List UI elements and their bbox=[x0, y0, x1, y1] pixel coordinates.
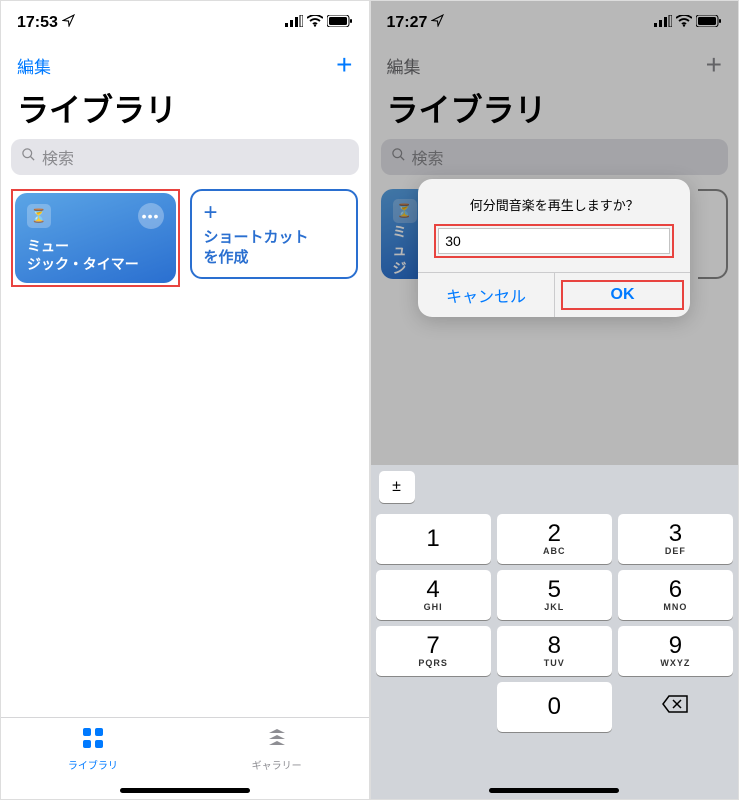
tab-bar: ライブラリ ギャラリー bbox=[1, 717, 369, 781]
highlight-box-shortcut: ⏳ ••• ミュージック・タイマー bbox=[11, 189, 180, 287]
create-shortcut-label: ショートカットを作成 bbox=[204, 228, 345, 267]
prompt-dialog: 何分間音楽を再生しますか？ キャンセル OK bbox=[418, 179, 690, 317]
shortcut-label: ミュージック・タイマー bbox=[27, 237, 164, 273]
key-9[interactable]: 9WXYZ bbox=[618, 626, 733, 676]
home-indicator[interactable] bbox=[371, 781, 739, 799]
gallery-icon bbox=[266, 727, 288, 755]
wifi-icon bbox=[307, 14, 323, 32]
key-4[interactable]: 4GHI bbox=[376, 570, 491, 620]
key-8[interactable]: 8TUV bbox=[497, 626, 612, 676]
keypad-toolbar: ± bbox=[371, 465, 739, 509]
key-6[interactable]: 6MNO bbox=[618, 570, 733, 620]
battery-icon bbox=[327, 14, 353, 32]
signal-icon bbox=[285, 14, 303, 32]
ok-button[interactable]: OK bbox=[554, 273, 691, 317]
highlight-box-ok: OK bbox=[561, 280, 685, 310]
status-right bbox=[285, 14, 353, 32]
key-2[interactable]: 2ABC bbox=[497, 514, 612, 564]
backspace-icon bbox=[662, 695, 688, 719]
search-input[interactable]: 検索 bbox=[11, 139, 359, 175]
location-icon bbox=[431, 14, 444, 32]
cancel-button[interactable]: キャンセル bbox=[418, 273, 554, 317]
key-0[interactable]: 0 bbox=[497, 682, 612, 732]
key-5[interactable]: 5JKL bbox=[497, 570, 612, 620]
prompt-input[interactable] bbox=[438, 228, 670, 254]
status-bar: 17:53 bbox=[1, 1, 369, 45]
shortcut-cards: ⏳ ••• ミュージック・タイマー + ショートカットを作成 bbox=[1, 189, 369, 287]
screen-right: 17:27 編集 + ライブラリ 検索 ⏳ ミュジッ bbox=[370, 0, 739, 800]
edit-button[interactable]: 編集 bbox=[17, 53, 51, 78]
wifi-icon bbox=[676, 14, 692, 32]
status-time: 17:27 bbox=[387, 14, 428, 32]
plus-minus-key[interactable]: ± bbox=[379, 471, 415, 503]
battery-icon bbox=[696, 14, 722, 32]
status-right bbox=[654, 14, 722, 32]
keypad-bottom-spacer bbox=[371, 737, 739, 781]
highlight-box-input bbox=[434, 224, 674, 258]
music-timer-shortcut-card[interactable]: ⏳ ••• ミュージック・タイマー bbox=[15, 193, 176, 283]
tab-library[interactable]: ライブラリ bbox=[1, 718, 185, 781]
key-3[interactable]: 3DEF bbox=[618, 514, 733, 564]
numeric-keypad: 1 2ABC 3DEF 4GHI 5JKL 6MNO 7PQRS 8TUV 9W… bbox=[371, 509, 739, 737]
create-shortcut-card[interactable]: + ショートカットを作成 bbox=[190, 189, 359, 279]
key-delete[interactable] bbox=[618, 682, 733, 732]
more-icon[interactable]: ••• bbox=[138, 203, 164, 229]
home-indicator[interactable] bbox=[1, 781, 369, 799]
tab-library-label: ライブラリ bbox=[68, 757, 118, 772]
search-icon bbox=[21, 147, 36, 167]
status-bar: 17:27 bbox=[371, 1, 739, 45]
hourglass-icon: ⏳ bbox=[27, 204, 51, 228]
signal-icon bbox=[654, 14, 672, 32]
key-blank bbox=[376, 682, 491, 732]
prompt-title: 何分間音楽を再生しますか？ bbox=[418, 179, 690, 224]
status-time: 17:53 bbox=[17, 14, 58, 32]
key-7[interactable]: 7PQRS bbox=[376, 626, 491, 676]
add-button[interactable]: + bbox=[336, 49, 352, 81]
nav-bar: 編集 + bbox=[1, 45, 369, 85]
library-icon bbox=[82, 727, 104, 755]
location-icon bbox=[62, 14, 75, 32]
tab-gallery-label: ギャラリー bbox=[252, 757, 302, 772]
tab-gallery[interactable]: ギャラリー bbox=[185, 718, 369, 781]
plus-icon: + bbox=[204, 201, 345, 225]
key-1[interactable]: 1 bbox=[376, 514, 491, 564]
search-placeholder: 検索 bbox=[42, 145, 74, 169]
screen-left: 17:53 編集 + ライブラリ 検索 ⏳ ••• bbox=[0, 0, 370, 800]
page-title: ライブラリ bbox=[1, 85, 369, 139]
